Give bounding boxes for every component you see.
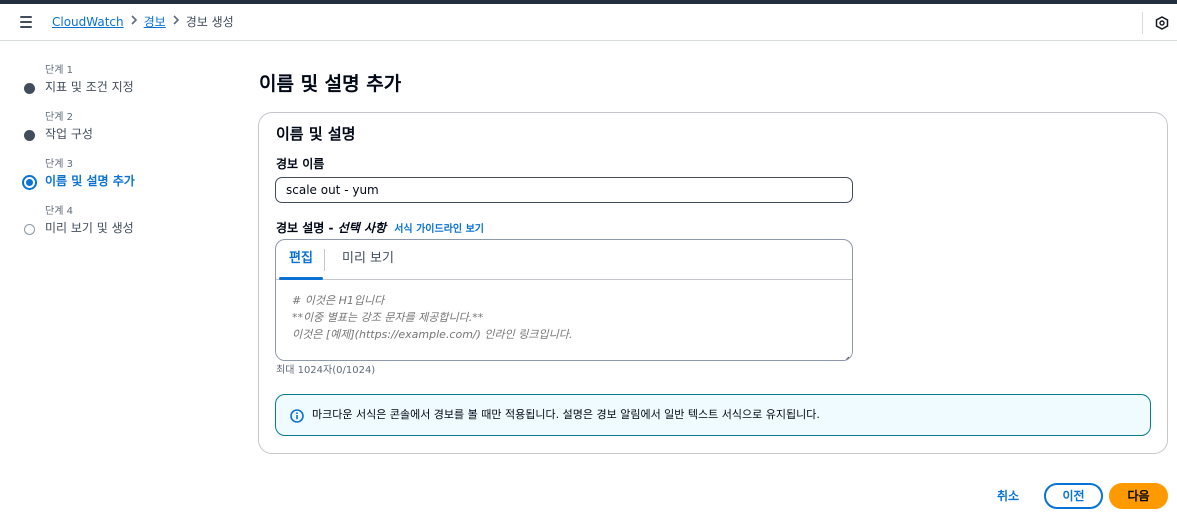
breadcrumb-current: 경보 생성 — [185, 15, 234, 29]
alert-message: 마크다운 서식은 콘솔에서 경보를 볼 때만 적용됩니다. 설명은 경보 알림에… — [312, 408, 820, 421]
next-button[interactable]: 다음 — [1109, 483, 1168, 509]
chevron-right-icon — [124, 13, 144, 31]
step-title: 작업 구성 — [45, 127, 93, 141]
tab-divider — [324, 249, 325, 271]
previous-button[interactable]: 이전 — [1044, 483, 1103, 509]
header-divider — [1142, 12, 1143, 34]
step-active-dot — [22, 175, 37, 190]
step-title: 지표 및 조건 지정 — [45, 80, 134, 94]
tab-edit[interactable]: 편집 — [279, 240, 323, 280]
alarm-name-label: 경보 이름 — [276, 157, 325, 171]
step-number: 단계 4 — [45, 206, 73, 217]
step-complete-dot — [24, 83, 35, 94]
wizard-step-3: 단계 3 이름 및 설명 추가 — [20, 158, 240, 205]
description-editor: 편집 미리 보기 — [275, 239, 853, 361]
chevron-right-icon — [166, 13, 186, 31]
optional-text: 선택 사항 — [337, 221, 387, 235]
char-count: 최대 1024자(0/1024) — [276, 365, 376, 376]
name-description-container: 이름 및 설명 경보 이름 경보 설명 - 선택 사항 서식 가이드라인 보기 … — [258, 112, 1168, 454]
wizard-step-1[interactable]: 단계 1 지표 및 조건 지정 — [20, 64, 240, 111]
format-guidelines-link[interactable]: 서식 가이드라인 보기 — [394, 224, 484, 235]
tab-preview[interactable]: 미리 보기 — [328, 240, 408, 279]
step-number: 단계 1 — [45, 65, 73, 76]
resize-handle-icon[interactable] — [841, 349, 850, 360]
info-icon — [290, 408, 304, 423]
step-complete-dot — [24, 130, 35, 141]
step-title: 미리 보기 및 생성 — [45, 221, 134, 235]
step-number: 단계 2 — [45, 112, 73, 123]
step-pending-dot — [24, 224, 35, 235]
breadcrumb: CloudWatch 경보 경보 생성 — [52, 13, 234, 31]
breadcrumb-alarms[interactable]: 경보 — [144, 13, 166, 31]
alarm-description-label: 경보 설명 - 선택 사항 서식 가이드라인 보기 — [276, 220, 484, 238]
settings-hex-icon[interactable] — [1155, 15, 1169, 30]
alarm-name-input[interactable] — [275, 177, 853, 203]
wizard-step-2[interactable]: 단계 2 작업 구성 — [20, 111, 240, 158]
step-number: 단계 3 — [45, 159, 73, 170]
description-textarea[interactable] — [276, 281, 852, 360]
wizard-step-4: 단계 4 미리 보기 및 생성 — [20, 205, 240, 252]
description-label-text: 경보 설명 - — [276, 221, 338, 235]
page-header: CloudWatch 경보 경보 생성 — [0, 4, 1177, 41]
container-title: 이름 및 설명 — [276, 125, 356, 143]
wizard-steps: 단계 1 지표 및 조건 지정 단계 2 작업 구성 단계 3 이름 및 설명 … — [20, 64, 240, 252]
step-title: 이름 및 설명 추가 — [45, 174, 135, 188]
breadcrumb-cloudwatch[interactable]: CloudWatch — [52, 13, 124, 31]
cancel-button[interactable]: 취소 — [988, 483, 1028, 509]
menu-icon[interactable] — [18, 13, 36, 31]
page-title: 이름 및 설명 추가 — [259, 73, 402, 95]
info-alert: 마크다운 서식은 콘솔에서 경보를 볼 때만 적용됩니다. 설명은 경보 알림에… — [275, 394, 1151, 436]
editor-tabs: 편집 미리 보기 — [276, 240, 852, 280]
